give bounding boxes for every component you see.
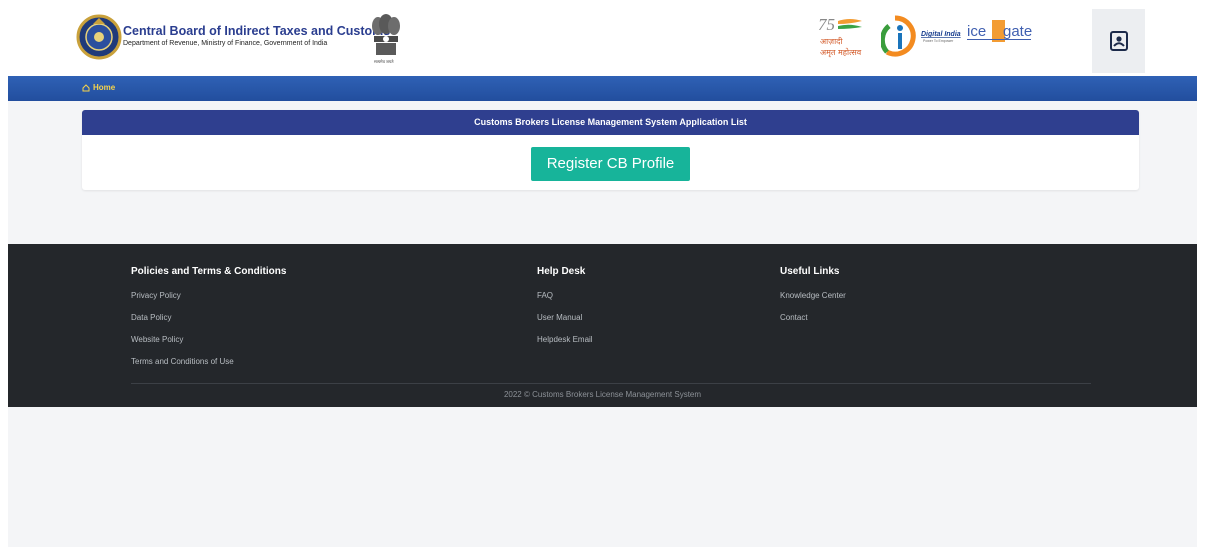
- user-badge-icon: [1109, 31, 1128, 51]
- emblem-caption: सत्यमेव जयते: [374, 59, 394, 64]
- application-list-card: Customs Brokers License Management Syste…: [82, 110, 1139, 190]
- footer-heading: Help Desk: [537, 266, 586, 277]
- footer-link-website-policy[interactable]: Website Policy: [131, 335, 286, 357]
- footer-link-data-policy[interactable]: Data Policy: [131, 313, 286, 335]
- top-navbar: Home: [8, 76, 1197, 101]
- cbic-emblem-icon: [76, 14, 122, 60]
- svg-text:आज़ादी: आज़ादी: [820, 36, 843, 46]
- footer-link-contact[interactable]: Contact: [780, 313, 846, 335]
- register-cb-profile-button[interactable]: Register CB Profile: [531, 147, 690, 181]
- ashoka-emblem-icon: [372, 14, 400, 55]
- nav-home-link[interactable]: Home: [82, 83, 115, 92]
- footer-column-useful-links: Useful Links Knowledge Center Contact: [780, 266, 846, 335]
- svg-text:अमृत महोत्सव: अमृत महोत्सव: [820, 47, 862, 58]
- icegate-logo[interactable]: ice gate: [965, 18, 1035, 48]
- footer-heading: Policies and Terms & Conditions: [131, 266, 287, 277]
- footer-link-faq[interactable]: FAQ: [537, 291, 593, 313]
- footer-column-help-desk: Help Desk FAQ User Manual Helpdesk Email: [537, 266, 593, 357]
- home-icon: [82, 83, 90, 91]
- svg-text:gate: gate: [1003, 23, 1032, 40]
- footer-copyright: 2022 © Customs Brokers License Managemen…: [503, 390, 702, 399]
- footer-link-knowledge-center[interactable]: Knowledge Center: [780, 291, 846, 313]
- footer-heading: Useful Links: [780, 266, 840, 277]
- svg-text:Digital India: Digital India: [921, 31, 961, 38]
- site-header: Central Board of Indirect Taxes and Cust…: [8, 0, 1197, 76]
- svg-text:Power To Empower: Power To Empower: [923, 39, 954, 43]
- nav-home-label: Home: [93, 83, 116, 92]
- footer-divider: [131, 383, 1091, 384]
- org-title: Central Board of Indirect Taxes and Cust…: [123, 24, 391, 38]
- digital-india-logo[interactable]: Digital India Power To Empower: [881, 14, 971, 58]
- footer-link-privacy-policy[interactable]: Privacy Policy: [131, 291, 286, 313]
- azadi-ka-amrit-mahotsav-logo[interactable]: 75 आज़ादी अमृत महोत्सव: [816, 14, 878, 58]
- page: Central Board of Indirect Taxes and Cust…: [8, 0, 1197, 547]
- footer-link-user-manual[interactable]: User Manual: [537, 313, 593, 335]
- footer-column-policies: Policies and Terms & Conditions Privacy …: [131, 266, 286, 379]
- brand-block[interactable]: Central Board of Indirect Taxes and Cust…: [123, 24, 390, 47]
- card-title: Customs Brokers License Management Syste…: [82, 110, 1139, 135]
- org-subtitle: Department of Revenue, Ministry of Finan…: [123, 40, 328, 47]
- footer-link-terms[interactable]: Terms and Conditions of Use: [131, 357, 286, 379]
- footer-link-helpdesk-email[interactable]: Helpdesk Email: [537, 335, 593, 357]
- svg-text:ice: ice: [967, 23, 986, 40]
- site-footer: Policies and Terms & Conditions Privacy …: [8, 244, 1197, 407]
- user-profile-button[interactable]: [1092, 9, 1145, 73]
- svg-text:75: 75: [818, 15, 835, 34]
